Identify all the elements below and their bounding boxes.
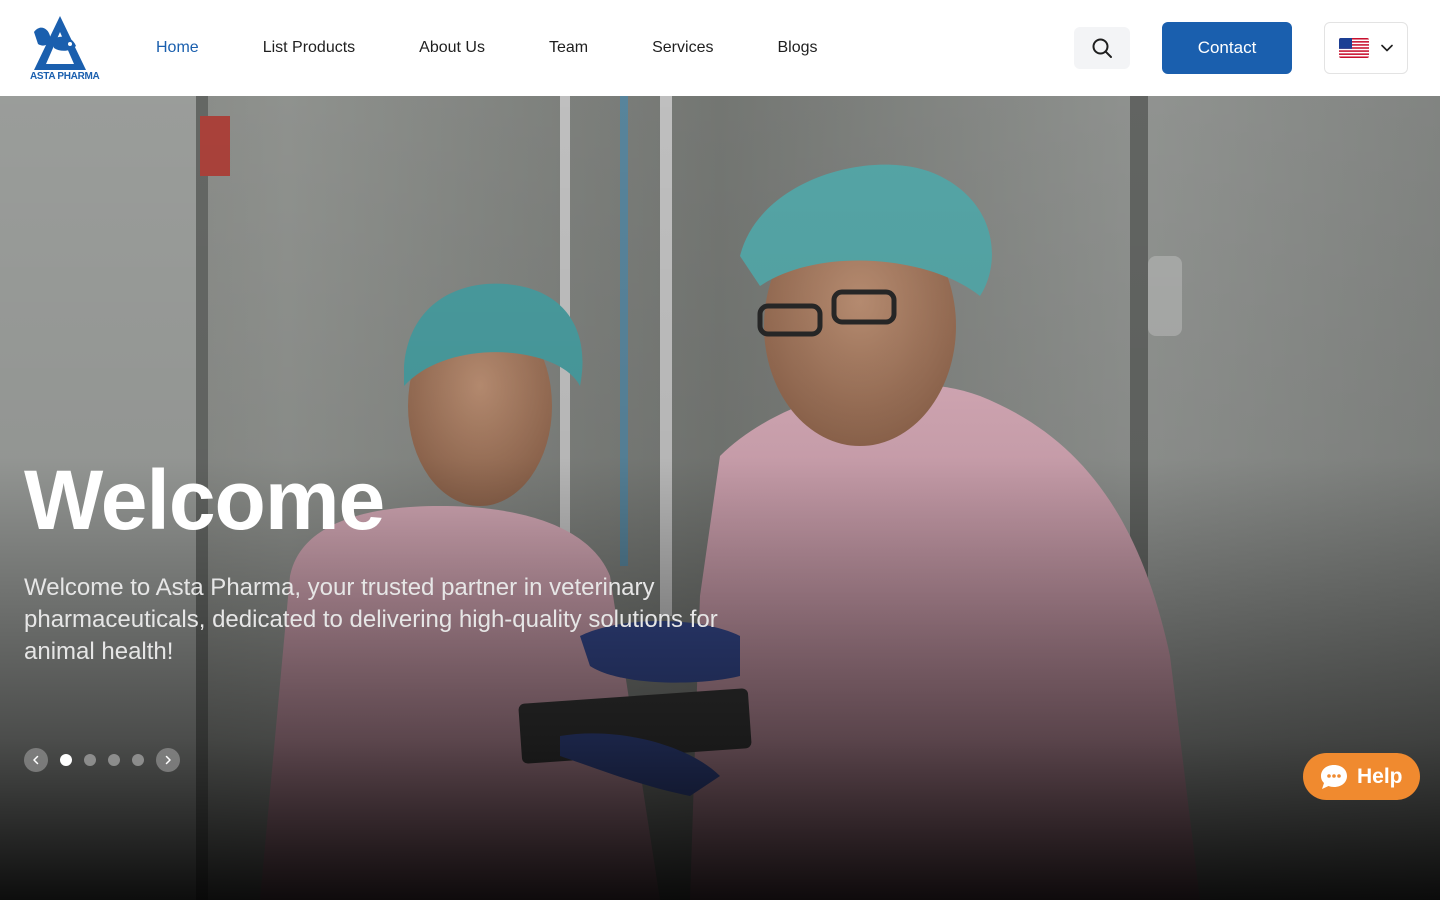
nav-item-blogs[interactable]: Blogs <box>777 39 817 57</box>
nav-item-list-products[interactable]: List Products <box>263 39 355 57</box>
main-nav: Home List Products About Us Team Service… <box>156 0 882 96</box>
hero-subtitle: Welcome to Asta Pharma, your trusted par… <box>24 574 718 665</box>
search-button[interactable] <box>1074 27 1130 69</box>
search-icon <box>1092 38 1112 58</box>
chat-bubble-icon <box>1321 764 1347 789</box>
hero-title: Welcome <box>24 453 385 547</box>
chevron-left-icon <box>33 755 39 765</box>
brand-logo[interactable]: ASTA PHARMA <box>30 14 100 82</box>
nav-item-home[interactable]: Home <box>156 39 199 57</box>
nav-item-team[interactable]: Team <box>549 39 588 57</box>
slider-prev-button[interactable] <box>24 748 48 772</box>
slider-dot-1[interactable] <box>60 754 72 766</box>
contact-button[interactable]: Contact <box>1162 22 1292 74</box>
slider-dots <box>48 754 144 766</box>
slider-controls <box>24 748 180 772</box>
slider-dot-3[interactable] <box>108 754 120 766</box>
slider-next-button[interactable] <box>156 748 180 772</box>
nav-item-services[interactable]: Services <box>652 39 713 57</box>
slider-dot-2[interactable] <box>84 754 96 766</box>
help-chat-button[interactable]: Help <box>1303 753 1420 800</box>
chevron-right-icon <box>165 755 171 765</box>
language-select[interactable] <box>1324 22 1408 74</box>
site-header: ASTA PHARMA Home List Products About Us … <box>0 0 1440 96</box>
nav-item-about-us[interactable]: About Us <box>419 39 485 57</box>
help-label: Help <box>1357 764 1403 788</box>
us-flag-icon <box>1339 38 1369 58</box>
logo-text: ASTA PHARMA <box>30 71 100 82</box>
hero-banner: Welcome Welcome to Asta Pharma, your tru… <box>0 96 1440 900</box>
slider-dot-4[interactable] <box>132 754 144 766</box>
chevron-down-icon <box>1381 44 1393 52</box>
logo-icon <box>34 16 86 70</box>
